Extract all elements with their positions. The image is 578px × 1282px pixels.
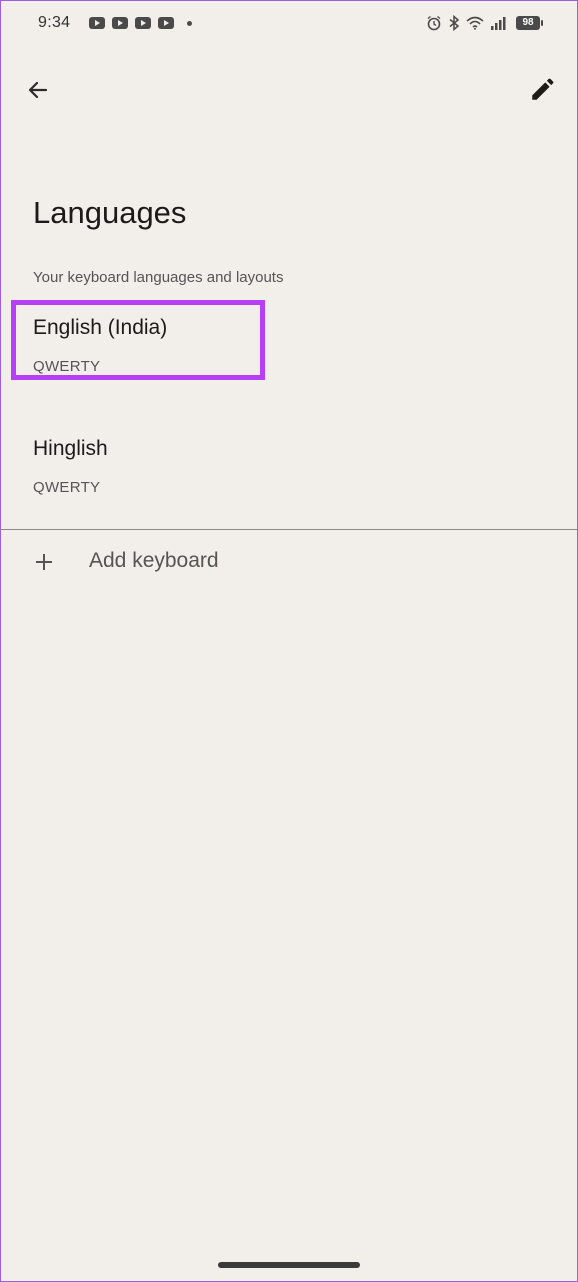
divider <box>0 529 578 530</box>
arrow-back-icon <box>28 81 48 99</box>
edit-button[interactable] <box>522 70 562 110</box>
app-bar <box>0 60 578 116</box>
language-layout: QWERTY <box>33 358 101 375</box>
language-layout: QWERTY <box>33 479 101 496</box>
status-left: 9:34 <box>38 14 193 32</box>
language-item-hinglish[interactable]: Hinglish QWERTY <box>33 437 433 496</box>
screen-frame <box>0 0 578 1282</box>
page-title: Languages <box>33 195 187 230</box>
youtube-icon <box>158 17 175 29</box>
status-time: 9:34 <box>38 14 71 31</box>
language-name: Hinglish <box>33 437 108 460</box>
bluetooth-icon <box>449 15 460 31</box>
plus-icon <box>36 554 52 570</box>
add-keyboard-label: Add keyboard <box>89 549 219 572</box>
alarm-icon <box>427 15 441 31</box>
section-label: Your keyboard languages and layouts <box>33 269 284 286</box>
status-right: 98 <box>426 15 543 31</box>
status-bar: 9:34 98 <box>0 0 578 46</box>
wifi-icon <box>466 16 484 30</box>
language-name: English (India) <box>33 316 168 339</box>
youtube-icon <box>135 17 152 29</box>
more-notifications-icon <box>187 20 193 26</box>
language-item-english-india[interactable]: English (India) QWERTY <box>33 316 433 375</box>
add-keyboard-button[interactable]: Add keyboard <box>0 540 578 584</box>
home-indicator[interactable] <box>218 1262 360 1268</box>
youtube-icon <box>89 17 106 29</box>
youtube-icon <box>112 17 129 29</box>
back-button[interactable] <box>18 70 58 110</box>
battery-icon: 98 <box>516 16 543 30</box>
signal-icon <box>491 17 506 30</box>
pencil-icon <box>532 78 554 100</box>
